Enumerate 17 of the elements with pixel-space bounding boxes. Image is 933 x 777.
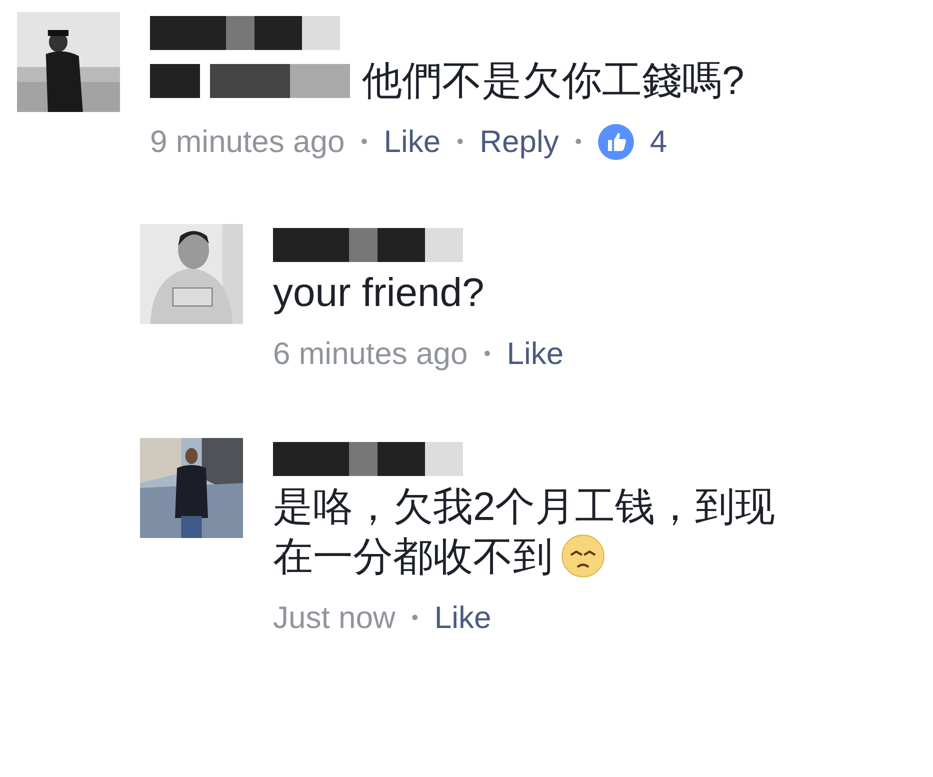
timestamp: 9 minutes ago — [150, 124, 345, 160]
separator-dot: • — [360, 130, 368, 154]
thumbs-up-icon — [598, 124, 634, 160]
action-link[interactable]: Like — [434, 600, 492, 636]
separator-dot: • — [411, 606, 418, 630]
comment-text: 他們不是欠你工錢嗎? — [150, 56, 744, 106]
action-link[interactable]: Like — [384, 124, 441, 160]
separator-dot: • — [484, 342, 491, 366]
separator-dot: • — [456, 130, 464, 154]
like-count: 4 — [650, 124, 668, 160]
timestamp: Just now — [273, 600, 396, 636]
action-link[interactable]: Reply — [480, 124, 559, 160]
separator-dot: • — [574, 130, 582, 154]
comment-text: your friend? — [273, 270, 486, 317]
action-link[interactable]: Like — [506, 336, 564, 372]
timestamp: 6 minutes ago — [273, 336, 468, 372]
comment-text: 是咯，欠我2个月工钱，到现在一分都收不到 — [273, 484, 776, 581]
